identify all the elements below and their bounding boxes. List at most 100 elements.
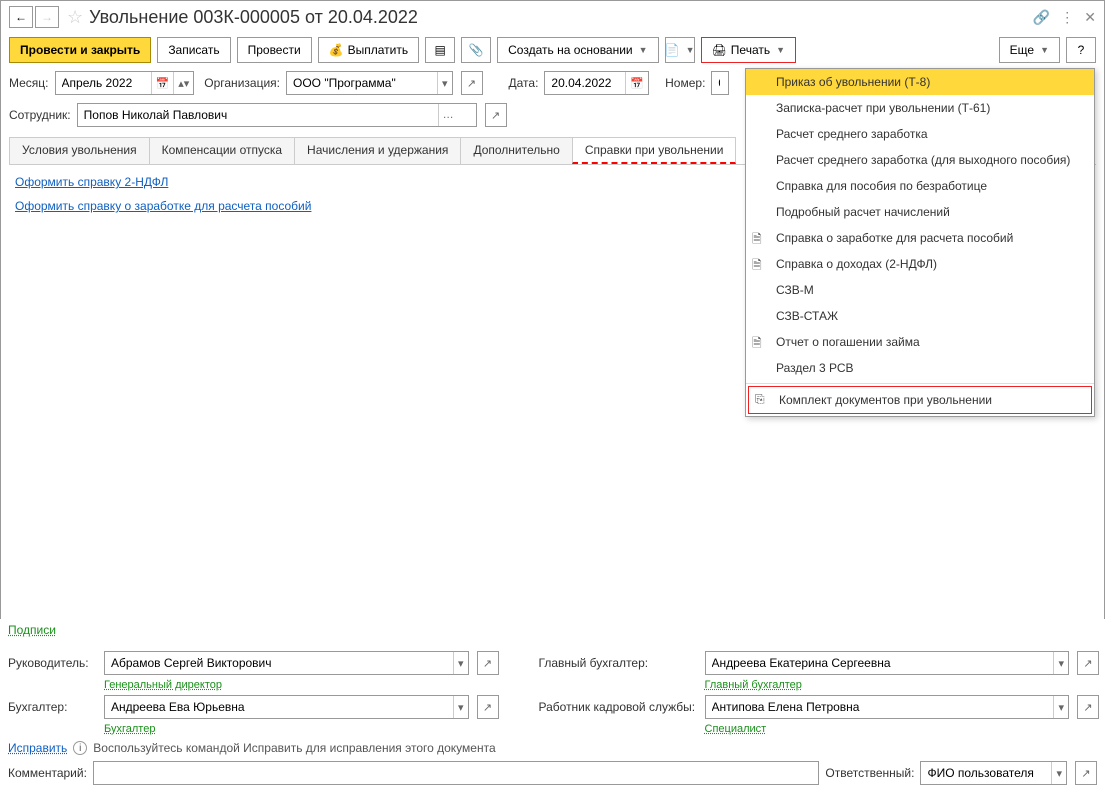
chiefacc-label: Главный бухгалтер: [539, 656, 699, 670]
print-menu-item-label: Раздел 3 РСВ [776, 361, 854, 375]
chiefacc-open-button[interactable]: ↗ [1077, 651, 1099, 675]
print-menu-item[interactable]: ⎘Комплект документов при увольнении [748, 386, 1092, 414]
hr-input[interactable] [706, 696, 1054, 718]
create-based-on-button[interactable]: Создать на основании▼ [497, 37, 658, 63]
print-menu-item-label: Отчет о погашении займа [776, 335, 920, 349]
number-label: Номер: [665, 76, 705, 90]
head-input[interactable] [105, 652, 453, 674]
print-menu-item[interactable]: 🗎Отчет о погашении займа [746, 329, 1094, 355]
fix-link[interactable]: Исправить [8, 741, 67, 755]
month-input[interactable] [56, 72, 151, 94]
close-window-icon[interactable]: ✕ [1084, 9, 1096, 26]
responsible-open-button[interactable]: ↗ [1075, 761, 1097, 785]
date-label: Дата: [509, 76, 539, 90]
more-button[interactable]: Еще▼ [999, 37, 1060, 63]
chevron-down-icon[interactable]: ▾ [1053, 696, 1068, 718]
acc-label: Бухгалтер: [8, 700, 98, 714]
org-input[interactable] [287, 72, 437, 94]
month-label: Месяц: [9, 76, 49, 90]
employee-input-group[interactable]: … [77, 103, 477, 127]
print-menu-item-label: Записка-расчет при увольнении (Т-61) [776, 101, 990, 115]
calendar-icon[interactable]: 📅 [625, 72, 648, 94]
chiefacc-position-link[interactable]: Главный бухгалтер [705, 679, 1070, 691]
head-input-group[interactable]: ▾ [104, 651, 469, 675]
employee-open-button[interactable]: ↗ [485, 103, 507, 127]
print-menu-item[interactable]: 🗎Справка о заработке для расчета пособий [746, 225, 1094, 251]
kebab-menu-icon[interactable]: ⋮ [1060, 9, 1074, 26]
employee-input[interactable] [78, 104, 438, 126]
print-menu-item[interactable]: Приказ об увольнении (Т-8) [746, 69, 1094, 95]
help-button[interactable]: ? [1066, 37, 1096, 63]
hr-label: Работник кадровой службы: [539, 700, 699, 714]
attachment-button[interactable]: 📎 [461, 37, 491, 63]
conduct-button[interactable]: Провести [237, 37, 312, 63]
number-input-group[interactable] [711, 71, 729, 95]
print-menu-item[interactable]: Записка-расчет при увольнении (Т-61) [746, 95, 1094, 121]
chevron-down-icon[interactable]: ▾ [453, 696, 468, 718]
window-title: Увольнение 003К-000005 от 20.04.2022 [89, 7, 1033, 28]
chevron-down-icon[interactable]: ▾ [1051, 762, 1066, 784]
link-icon[interactable]: 🔗 [1033, 9, 1050, 26]
print-menu-item[interactable]: 🗎Справка о доходах (2-НДФЛ) [746, 251, 1094, 277]
signatures-header[interactable]: Подписи [8, 623, 56, 637]
hr-input-group[interactable]: ▾ [705, 695, 1070, 719]
tab-accruals-deductions[interactable]: Начисления и удержания [294, 137, 461, 164]
chevron-down-icon[interactable]: ▾ [1053, 652, 1068, 674]
print-button[interactable]: 🖨Печать▼ [701, 37, 796, 63]
responsible-input-group[interactable]: ▾ [920, 761, 1067, 785]
date-input[interactable] [545, 72, 625, 94]
print-menu-item[interactable]: СЗВ-СТАЖ [746, 303, 1094, 329]
number-input[interactable] [712, 72, 726, 94]
print-menu-item[interactable]: Расчет среднего заработка [746, 121, 1094, 147]
print-menu-item[interactable]: Подробный расчет начислений [746, 199, 1094, 225]
print-dropdown: Приказ об увольнении (Т-8) Записка-расчет… [745, 68, 1095, 417]
month-input-group[interactable]: 📅 ▴▾ [55, 71, 195, 95]
ellipsis-icon[interactable]: … [438, 104, 458, 126]
acc-position-link[interactable]: Бухгалтер [104, 723, 469, 735]
write-button[interactable]: Записать [157, 37, 230, 63]
month-stepper[interactable]: ▴▾ [173, 72, 193, 94]
hr-open-button[interactable]: ↗ [1077, 695, 1099, 719]
date-input-group[interactable]: 📅 [544, 71, 649, 95]
comment-input-group[interactable] [93, 761, 820, 785]
favorite-star-icon[interactable]: ☆ [67, 7, 83, 28]
print-menu-item[interactable]: Справка для пособия по безработице [746, 173, 1094, 199]
nav-forward-button[interactable]: → [35, 6, 59, 28]
calendar-icon[interactable]: 📅 [151, 72, 174, 94]
doc-icon: 🗎 [752, 256, 768, 272]
acc-open-button[interactable]: ↗ [477, 695, 499, 719]
chiefacc-input-group[interactable]: ▾ [705, 651, 1070, 675]
responsible-input[interactable] [921, 762, 1051, 784]
chevron-down-icon[interactable]: ▾ [453, 652, 468, 674]
employee-label: Сотрудник: [9, 108, 71, 122]
print-menu-item[interactable]: Расчет среднего заработка (для выходного… [746, 147, 1094, 173]
create-2ndfl-link[interactable]: Оформить справку 2-НДФЛ [15, 175, 168, 189]
tab-dismissal-references[interactable]: Справки при увольнении [572, 137, 737, 164]
tab-vacation-compensation[interactable]: Компенсации отпуска [149, 137, 295, 164]
doc-icon: 🗎 [752, 230, 768, 246]
org-open-button[interactable]: ↗ [461, 71, 483, 95]
org-input-group[interactable]: ▾ [286, 71, 453, 95]
print-menu-item-label: СЗВ-М [776, 283, 814, 297]
tab-additional[interactable]: Дополнительно [460, 137, 572, 164]
nav-back-button[interactable]: ← [9, 6, 33, 28]
conduct-and-close-button[interactable]: Провести и закрыть [9, 37, 151, 63]
print-menu-item-label: Расчет среднего заработка [776, 127, 928, 141]
extra-action-button[interactable]: 📄▼ [665, 37, 695, 63]
pay-button[interactable]: 💰Выплатить [318, 37, 419, 63]
head-open-button[interactable]: ↗ [477, 651, 499, 675]
head-position-link[interactable]: Генеральный директор [104, 679, 469, 691]
acc-input-group[interactable]: ▾ [104, 695, 469, 719]
print-menu-item-label: Справка для пособия по безработице [776, 179, 987, 193]
chiefacc-input[interactable] [706, 652, 1054, 674]
tab-dismissal-conditions[interactable]: Условия увольнения [9, 137, 150, 164]
chevron-down-icon[interactable]: ▾ [437, 72, 452, 94]
print-menu-item[interactable]: СЗВ-М [746, 277, 1094, 303]
acc-input[interactable] [105, 696, 453, 718]
print-menu-item[interactable]: Раздел 3 РСВ [746, 355, 1094, 381]
org-label: Организация: [204, 76, 280, 90]
hr-position-link[interactable]: Специалист [705, 723, 1070, 735]
create-earnings-ref-link[interactable]: Оформить справку о заработке для расчета… [15, 199, 311, 213]
comment-input[interactable] [94, 762, 819, 784]
document-list-button[interactable]: ▤ [425, 37, 455, 63]
